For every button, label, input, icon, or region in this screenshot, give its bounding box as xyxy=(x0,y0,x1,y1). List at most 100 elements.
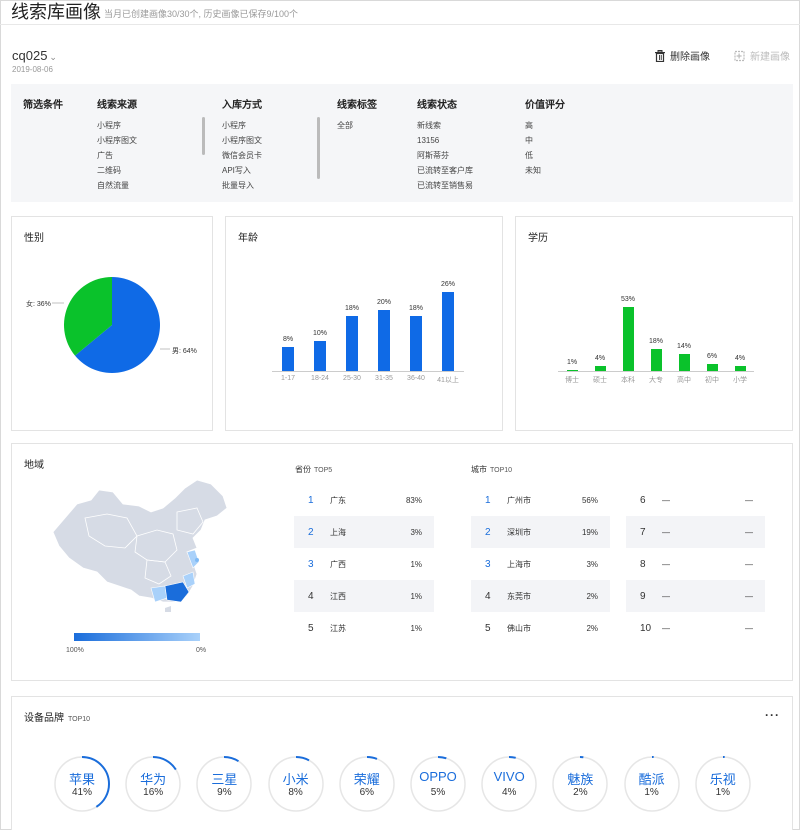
brand-ring-item[interactable]: 酷派 1% xyxy=(622,754,682,814)
filter-option[interactable]: 已流转至客户库 xyxy=(417,163,473,178)
map-land[interactable] xyxy=(52,479,228,603)
device-title: 设备品牌 xyxy=(24,713,64,724)
table-row[interactable]: 2 上海 3% xyxy=(294,516,434,548)
brand-name: 华为 xyxy=(140,772,167,787)
brand-ring-item[interactable]: 乐视 1% xyxy=(693,754,753,814)
filter-option[interactable]: 自然流量 xyxy=(97,178,137,193)
bar[interactable] xyxy=(734,366,746,371)
x-tick-label: 小学 xyxy=(733,377,747,384)
delete-profile-button[interactable]: 删除画像 xyxy=(654,48,710,63)
table-row[interactable]: 7 — — xyxy=(626,516,765,548)
pie-label-female: 女: 36% xyxy=(26,301,51,308)
x-tick-label: 41以上 xyxy=(437,377,459,384)
chevron-down-icon: ⌄ xyxy=(49,52,57,62)
brand-ring-item[interactable]: OPPO 5% xyxy=(408,754,468,814)
brand-ring-item[interactable]: 三星 9% xyxy=(194,754,254,814)
table-row[interactable]: 5 江苏 1% xyxy=(294,612,434,644)
filter-option[interactable]: 二维码 xyxy=(97,163,137,178)
row-rank: 8 xyxy=(640,558,646,570)
row-percent: — xyxy=(745,623,753,633)
bar[interactable] xyxy=(314,340,326,371)
brand-ring-item[interactable]: VIVO 4% xyxy=(479,754,539,814)
row-name: 深圳市 xyxy=(507,527,531,537)
gender-card: 性别 女: 36% 男: 64% xyxy=(11,216,213,431)
filter-label-column: 筛选条件 xyxy=(23,96,63,118)
bar[interactable] xyxy=(706,363,718,371)
brand-ring-item[interactable]: 魅族 2% xyxy=(550,754,610,814)
trash-icon xyxy=(655,49,665,62)
filter-column-title: 价值评分 xyxy=(525,100,565,111)
filter-option[interactable]: 未知 xyxy=(525,163,565,178)
filter-option[interactable]: 小程序 xyxy=(97,118,137,133)
table-row[interactable]: 1 广东 83% xyxy=(294,484,434,516)
table-row[interactable]: 3 上海市 3% xyxy=(471,548,610,580)
filter-option[interactable]: 高 xyxy=(525,118,565,133)
x-axis-line xyxy=(558,371,754,372)
filter-option[interactable]: 批量导入 xyxy=(222,178,262,193)
brand-percent: 9% xyxy=(217,787,232,798)
row-name: 广东 xyxy=(330,495,346,505)
brand-percent: 2% xyxy=(573,787,588,798)
filter-option[interactable]: 阿斯蒂芬 xyxy=(417,148,473,163)
x-tick-label: 36-40 xyxy=(407,375,425,382)
filter-option[interactable]: 小程序 xyxy=(222,118,262,133)
row-name: 东莞市 xyxy=(507,591,531,601)
profile-selector[interactable]: cq025 ⌄ xyxy=(12,48,57,63)
bar[interactable] xyxy=(346,316,358,371)
row-percent: 2% xyxy=(586,591,598,601)
filter-option[interactable]: 小程序图文 xyxy=(97,133,137,148)
row-rank: 7 xyxy=(640,526,646,538)
brand-ring-item[interactable]: 华为 16% xyxy=(123,754,183,814)
brand-ring-item[interactable]: 小米 8% xyxy=(266,754,326,814)
scrollbar[interactable] xyxy=(202,117,205,155)
bar[interactable] xyxy=(378,310,390,371)
table-row[interactable]: 3 广西 1% xyxy=(294,548,434,580)
bar-value-label: 4% xyxy=(594,355,606,363)
brand-name: 苹果 xyxy=(68,772,95,787)
filter-option[interactable]: 新线索 xyxy=(417,118,473,133)
filter-option[interactable]: 微信会员卡 xyxy=(222,148,262,163)
more-options-button[interactable]: ··· xyxy=(765,708,780,722)
filter-option[interactable]: 已流转至销售易 xyxy=(417,178,473,193)
table-row[interactable]: 5 佛山市 2% xyxy=(471,612,610,644)
pie-label-male: 男: 64% xyxy=(172,348,197,355)
bar[interactable] xyxy=(650,349,662,371)
filter-option[interactable]: 小程序图文 xyxy=(222,133,262,148)
city-head: 城市 xyxy=(471,465,487,474)
filter-option[interactable]: 广告 xyxy=(97,148,137,163)
bar[interactable] xyxy=(566,369,578,371)
x-tick-label: 31-35 xyxy=(375,375,393,382)
brand-ring-item[interactable]: 荣耀 6% xyxy=(337,754,397,814)
bar-value-label: 18% xyxy=(344,305,359,313)
ring-track xyxy=(410,756,466,812)
table-row[interactable]: 6 — — xyxy=(626,484,765,516)
filter-option[interactable]: API写入 xyxy=(222,163,262,178)
china-map xyxy=(52,479,228,612)
table-row[interactable]: 1 广州市 56% xyxy=(471,484,610,516)
table-row[interactable]: 2 深圳市 19% xyxy=(471,516,610,548)
card-title: 年龄 xyxy=(238,233,258,244)
map-region-shanghai[interactable] xyxy=(195,558,199,562)
table-row[interactable]: 4 东莞市 2% xyxy=(471,580,610,612)
scrollbar[interactable] xyxy=(317,117,320,179)
filter-option[interactable]: 低 xyxy=(525,148,565,163)
region-card: 地域 100% 0% 省份 TOP5 城市 TOP10 1 广东 83% 2 上海 3% 3 广西… xyxy=(11,443,793,681)
bar[interactable] xyxy=(442,292,454,371)
filter-option[interactable]: 中 xyxy=(525,133,565,148)
bar[interactable] xyxy=(678,354,690,371)
bar[interactable] xyxy=(622,307,634,371)
device-card-title: 设备品牌 TOP10 xyxy=(24,709,90,724)
new-profile-button[interactable]: 新建画像 xyxy=(734,48,790,63)
table-row[interactable]: 9 — — xyxy=(626,580,765,612)
table-row[interactable]: 8 — — xyxy=(626,548,765,580)
filter-option[interactable]: 13156 xyxy=(417,133,473,148)
brand-ring-item[interactable]: 苹果 41% xyxy=(52,754,112,814)
bar[interactable] xyxy=(282,346,294,371)
row-name: 广州市 xyxy=(507,495,531,505)
table-row[interactable]: 4 江西 1% xyxy=(294,580,434,612)
table-row[interactable]: 10 — — xyxy=(626,612,765,644)
bar[interactable] xyxy=(410,316,422,371)
delete-profile-label: 删除画像 xyxy=(670,52,710,63)
bar[interactable] xyxy=(594,366,606,371)
filter-option[interactable]: 全部 xyxy=(337,118,377,133)
